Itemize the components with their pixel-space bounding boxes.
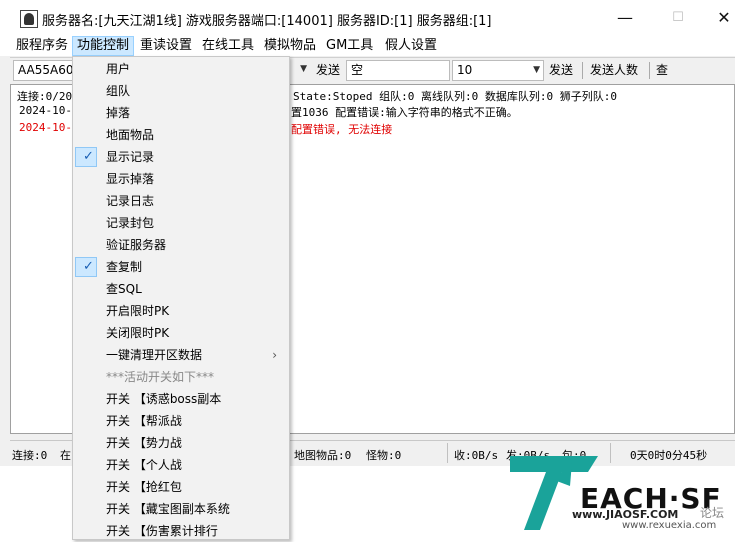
menu-item-label: 组队 (106, 84, 131, 98)
menu-bar: 服程序务 功能控制 重读设置 在线工具 模拟物品 GM工具 假人设置 (0, 36, 735, 56)
watermark-forum: 论坛 (700, 506, 725, 520)
send-people-button[interactable]: 发送人数 (586, 60, 642, 81)
menu-item-toggle-boss-dungeon[interactable]: 开关 【诱惑boss副本 (73, 388, 289, 410)
watermark: EACH·SF www.JIAOSF.COM www.rexuexia.com … (510, 452, 735, 540)
window-title: 服务器名:[九天江湖1线] 游戏服务器端口:[14001] 服务器ID:[1] … (42, 14, 492, 29)
menu-simulate-items[interactable]: 模拟物品 (260, 36, 320, 56)
menu-item-record-packets[interactable]: 记录封包 (73, 212, 289, 234)
log-line-3-right: 配置错误, 无法连接 (291, 123, 393, 136)
menu-item-check-sql[interactable]: 查SQL (73, 278, 289, 300)
message-combo-value: 空 (351, 63, 364, 77)
menu-item-label: 开关 【藏宝图副本系统 (106, 502, 230, 516)
function-control-dropdown: 用户 组队 掉落 地面物品 ✓ 显示记录 显示掉落 记录日志 记录封包 验证服务… (72, 56, 290, 540)
menu-item-label: 开启限时PK (106, 304, 170, 318)
check-icon: ✓ (83, 149, 94, 164)
close-button[interactable]: ✕ (702, 4, 735, 32)
log-line-2-right: 置1036 配置错误:输入字符串的格式不正确。 (291, 106, 518, 119)
toolbar-divider (649, 62, 650, 79)
menu-item-toggle-personal-war[interactable]: 开关 【个人战 (73, 454, 289, 476)
status-monsters: 怪物:0 (366, 449, 402, 462)
menu-item-ground-items[interactable]: 地面物品 (73, 124, 289, 146)
check-icon: ✓ (83, 259, 94, 274)
log-line-2-left: 2024-10-0 (19, 104, 79, 117)
menu-item-toggle-damage-ranking[interactable]: 开关 【伤害累计排行 (73, 520, 289, 542)
send-button-2[interactable]: 发送 (545, 60, 577, 81)
menu-item-label: 开关 【帮派战 (106, 414, 182, 428)
log-line-3-left: 2024-10-0 (19, 121, 79, 134)
menu-item-toggle-treasure-map[interactable]: 开关 【藏宝图副本系统 (73, 498, 289, 520)
menu-item-label: 开关 【伤害累计排行 (106, 524, 218, 538)
menu-item-verify-server[interactable]: 验证服务器 (73, 234, 289, 256)
menu-bot-settings[interactable]: 假人设置 (381, 36, 441, 56)
status-recv: 收:0B/s (454, 449, 499, 462)
message-combo[interactable]: 空 (346, 60, 450, 81)
toolbar-divider (582, 62, 583, 79)
title-bar: 服务器名:[九天江湖1线] 游戏服务器端口:[14001] 服务器ID:[1] … (0, 0, 735, 36)
menu-item-enable-timed-pk[interactable]: 开启限时PK (73, 300, 289, 322)
minimize-button[interactable]: — (603, 4, 647, 32)
watermark-url-2: www.rexuexia.com (622, 520, 717, 531)
menu-function-control[interactable]: 功能控制 (72, 36, 135, 56)
count-combo[interactable]: 10 ▼ (452, 60, 544, 81)
status-online: 在 (60, 449, 71, 462)
menu-item-label: 记录日志 (106, 194, 155, 208)
menu-item-label: 查复制 (106, 260, 143, 274)
menu-item-label: ***活动开关如下*** (106, 370, 215, 384)
menu-reload-settings[interactable]: 重读设置 (136, 36, 196, 56)
send-button[interactable]: 发送 (312, 60, 344, 81)
menu-item-user[interactable]: 用户 (73, 58, 289, 80)
msg-type-combo-arrow[interactable]: ▼ (290, 60, 310, 81)
count-combo-value: 10 (457, 63, 473, 77)
menu-item-label: 用户 (106, 62, 131, 76)
main-window: 服务器名:[九天江湖1线] 游戏服务器端口:[14001] 服务器ID:[1] … (0, 0, 735, 540)
menu-item-label: 关闭限时PK (106, 326, 170, 340)
check-button[interactable]: 查 (652, 60, 672, 81)
menu-item-label: 开关 【势力战 (106, 436, 182, 450)
menu-item-label: 查SQL (106, 282, 142, 296)
id-combo[interactable]: AA55A60 (13, 60, 75, 81)
menu-gm-tools[interactable]: GM工具 (322, 36, 377, 56)
status-connect: 连接:0 (12, 449, 48, 462)
chevron-right-icon: › (272, 348, 277, 362)
menu-item-drop[interactable]: 掉落 (73, 102, 289, 124)
menu-item-label: 显示掉落 (106, 172, 155, 186)
chevron-down-icon: ▼ (300, 64, 307, 74)
menu-item-show-drops[interactable]: 显示掉落 (73, 168, 289, 190)
menu-item-team[interactable]: 组队 (73, 80, 289, 102)
menu-item-disable-timed-pk[interactable]: 关闭限时PK (73, 322, 289, 344)
menu-item-label: 记录封包 (106, 216, 155, 230)
menu-item-label: 掉落 (106, 106, 131, 120)
maximize-button[interactable]: ☐ (656, 4, 700, 32)
chevron-down-icon: ▼ (533, 65, 540, 75)
status-divider (447, 443, 448, 463)
menu-item-clear-server-data[interactable]: 一键清理开区数据 › (73, 344, 289, 366)
menu-item-label: 显示记录 (106, 150, 155, 164)
log-line-1-right: State:Stoped 组队:0 离线队列:0 数据库队列:0 狮子列队:0 (293, 90, 617, 103)
menu-item-label: 开关 【诱惑boss副本 (106, 392, 222, 406)
menu-item-activity-header: ***活动开关如下*** (73, 366, 289, 388)
menu-item-record-log[interactable]: 记录日志 (73, 190, 289, 212)
id-combo-value: AA55A60 (18, 63, 74, 77)
menu-online-tools[interactable]: 在线工具 (198, 36, 258, 56)
menu-item-label: 一键清理开区数据 (106, 348, 203, 362)
app-icon (20, 10, 38, 28)
menu-item-label: 开关 【个人战 (106, 458, 182, 472)
menu-item-toggle-red-packet[interactable]: 开关 【抢红包 (73, 476, 289, 498)
menu-item-toggle-guild-war[interactable]: 开关 【帮派战 (73, 410, 289, 432)
menu-item-label: 验证服务器 (106, 238, 167, 252)
menu-item-toggle-faction-war[interactable]: 开关 【势力战 (73, 432, 289, 454)
status-ground-items: 地图物品:0 (294, 449, 352, 462)
menu-item-label: 地面物品 (106, 128, 155, 142)
menu-server-program[interactable]: 服程序务 (12, 36, 72, 56)
log-line-1-left: 连接:0/20 (17, 90, 73, 103)
menu-item-check-copy[interactable]: ✓ 查复制 (73, 256, 289, 278)
menu-item-label: 开关 【抢红包 (106, 480, 182, 494)
menu-item-show-records[interactable]: ✓ 显示记录 (73, 146, 289, 168)
